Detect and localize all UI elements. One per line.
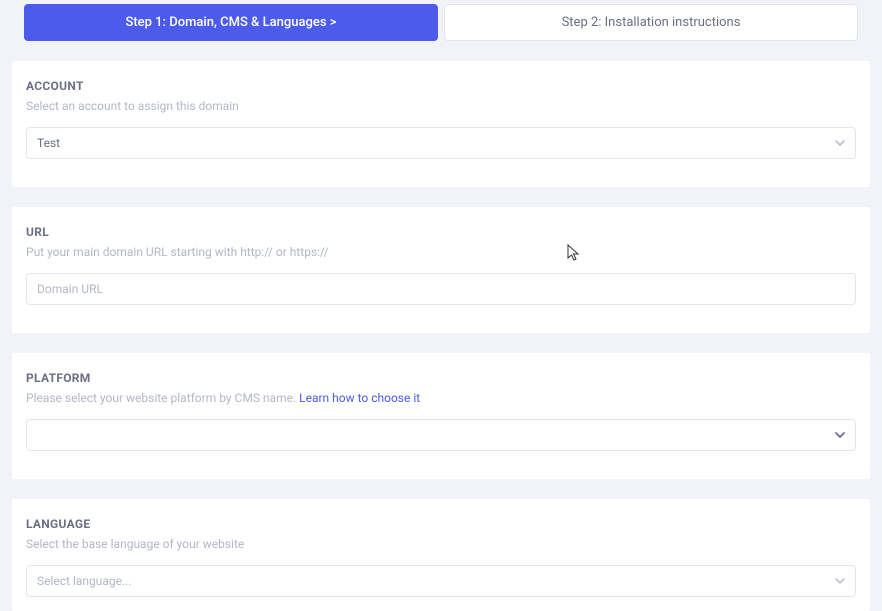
language-select-placeholder: Select language...: [37, 574, 132, 588]
platform-learn-link[interactable]: Learn how to choose it: [299, 391, 420, 405]
url-subtitle: Put your main domain URL starting with h…: [26, 245, 856, 259]
platform-title: PLATFORM: [26, 371, 856, 385]
platform-section: PLATFORM Please select your website plat…: [12, 353, 870, 479]
step-tabs: Step 1: Domain, CMS & Languages > Step 2…: [0, 0, 882, 41]
account-select-value: Test: [37, 136, 60, 150]
platform-select[interactable]: [26, 419, 856, 451]
language-section: LANGUAGE Select the base language of you…: [12, 499, 870, 611]
account-subtitle: Select an account to assign this domain: [26, 99, 856, 113]
language-subtitle: Select the base language of your website: [26, 537, 856, 551]
tab-step1[interactable]: Step 1: Domain, CMS & Languages >: [24, 4, 438, 41]
account-select[interactable]: Test: [26, 127, 856, 159]
url-input[interactable]: [26, 273, 856, 305]
account-title: ACCOUNT: [26, 79, 856, 93]
language-select[interactable]: Select language...: [26, 565, 856, 597]
platform-subtitle-text: Please select your website platform by C…: [26, 391, 299, 405]
url-section: URL Put your main domain URL starting wi…: [12, 207, 870, 333]
account-section: ACCOUNT Select an account to assign this…: [12, 61, 870, 187]
language-title: LANGUAGE: [26, 517, 856, 531]
tab-step2[interactable]: Step 2: Installation instructions: [444, 4, 858, 41]
url-title: URL: [26, 225, 856, 239]
platform-subtitle: Please select your website platform by C…: [26, 391, 856, 405]
